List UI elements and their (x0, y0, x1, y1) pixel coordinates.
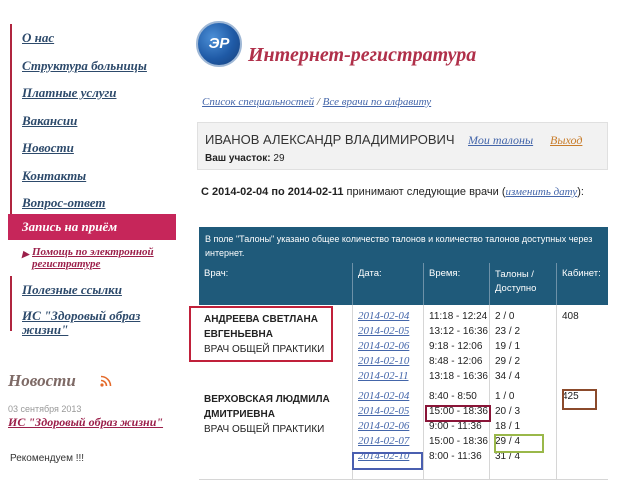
breadcrumb-separator: / (316, 96, 320, 108)
doctor-cell: ВЕРХОВСКАЯ ЛЮДМИЛА ДМИТРИЕВНА ВРАЧ ОБЩЕЙ… (199, 385, 353, 480)
ticket-count: 34 / 4 (495, 371, 521, 382)
doctor-cell: АНДРЕЕВА СВЕТЛАНА ЕВГЕНЬЕВНА ВРАЧ ОБЩЕЙ … (199, 305, 353, 393)
sidebar-item-paid-services[interactable]: Платные услуги (10, 79, 182, 107)
time-slot: 15:00 - 18:36 (429, 436, 488, 447)
ticket-count: 29 / 2 (495, 356, 521, 367)
time-slot: 11:18 - 12:24 (429, 311, 488, 322)
specialties-link[interactable]: Список специальностей (202, 96, 314, 108)
tickets-cell: 2 / 0 23 / 2 19 / 1 29 / 2 34 / 4 (490, 305, 557, 393)
sidebar-item-faq[interactable]: Вопрос-ответ (10, 189, 182, 217)
date-link[interactable]: 2014-02-04 (358, 390, 409, 402)
user-panel: ИВАНОВ АЛЕКСАНДР ВЛАДИМИРОВИЧ Мои талоны… (197, 122, 608, 170)
info-suffix: принимают следующие врачи ( (346, 186, 506, 198)
date-link[interactable]: 2014-02-06 (358, 420, 409, 432)
date-range-info: С 2014-02-04 по 2014-02-11 принимают сле… (201, 184, 601, 201)
ticket-count: 29 / 4 (495, 436, 521, 447)
sidebar-subitem-help[interactable]: ▶ Помощь по электронной регистратуре (22, 246, 174, 270)
triangle-right-icon: ▶ (22, 249, 29, 259)
doctor-name: АНДРЕЕВА СВЕТЛАНА ЕВГЕНЬЕВНА (204, 314, 318, 340)
date-link[interactable]: 2014-02-04 (358, 310, 409, 322)
doctor-specialty: ВРАЧ ОБЩЕЙ ПРАКТИКИ (204, 344, 325, 355)
info-close: ): (577, 186, 584, 198)
time-slot: 13:18 - 16:36 (429, 371, 488, 382)
change-date-link[interactable]: изменить дату (506, 186, 578, 198)
date-from: 2014-02-04 (212, 186, 269, 198)
sidebar-item-contacts[interactable]: Контакты (10, 162, 182, 190)
rss-icon[interactable] (100, 375, 112, 387)
time-slot: 9:18 - 12:06 (429, 341, 483, 352)
news-link[interactable]: ИС "Здоровый образ жизни" (8, 416, 178, 429)
time-slot: 13:12 - 16:36 (429, 326, 488, 337)
sidebar-item-label: Запись на приём (22, 219, 118, 234)
dates-cell: 2014-02-04 2014-02-05 2014-02-06 2014-02… (353, 385, 424, 480)
logo[interactable]: ЭР (196, 21, 242, 67)
ticket-count: 23 / 2 (495, 326, 521, 337)
district-value: 29 (273, 153, 285, 164)
doctor-name: ВЕРХОВСКАЯ ЛЮДМИЛА ДМИТРИЕВНА (204, 394, 330, 420)
sidebar-subitem-label: Помощь по электронной регистратуре (32, 246, 154, 270)
sidebar-item-about[interactable]: О нас (10, 24, 182, 52)
logo-text: ЭР (208, 35, 230, 52)
district-info: Ваш участок: 29 (205, 153, 285, 164)
date-to: 2014-02-11 (287, 186, 344, 198)
news-date: 03 сентября 2013 (8, 404, 82, 414)
cabinet-cell: 408 (557, 305, 608, 393)
info-prefix: С (201, 186, 209, 198)
table-note: В поле "Талоны" указано общее количество… (199, 227, 608, 263)
doctor-specialty: ВРАЧ ОБЩЕЙ ПРАКТИКИ (204, 424, 325, 435)
date-link[interactable]: 2014-02-10 (358, 450, 409, 462)
time-slot: 9:00 - 11:36 (429, 421, 482, 432)
ticket-count: 2 / 0 (495, 311, 515, 322)
sidebar-item-structure[interactable]: Структура больницы (10, 52, 182, 80)
user-name: ИВАНОВ АЛЕКСАНДР ВЛАДИМИРОВИЧ (205, 132, 455, 147)
sidebar-item-vacancies[interactable]: Вакансии (10, 107, 182, 135)
cabinet-number: 408 (562, 311, 579, 322)
table-row: ВЕРХОВСКАЯ ЛЮДМИЛА ДМИТРИЕВНА ВРАЧ ОБЩЕЙ… (199, 385, 608, 480)
time-slot: 8:40 - 8:50 (429, 391, 477, 402)
news-text: Рекомендуем !!! (10, 453, 85, 464)
times-cell: 11:18 - 12:24 13:12 - 16:36 9:18 - 12:06… (424, 305, 490, 393)
sidebar-item-useful-links[interactable]: Полезные ссылки (10, 276, 182, 304)
time-slot: 8:48 - 12:06 (429, 356, 483, 367)
ticket-count: 1 / 0 (495, 391, 515, 402)
sidebar-item-appointment[interactable]: Запись на приём (8, 214, 176, 240)
sidebar-item-news[interactable]: Новости (10, 134, 182, 162)
my-tickets-link[interactable]: Мои талоны (468, 133, 533, 148)
cabinet-number: 425 (562, 391, 579, 402)
logout-link[interactable]: Выход (550, 133, 582, 148)
ticket-count: 18 / 1 (495, 421, 521, 432)
ticket-count: 19 / 1 (495, 341, 521, 352)
tickets-cell: 1 / 0 20 / 3 18 / 1 29 / 4 31 / 4 (490, 385, 557, 480)
date-link[interactable]: 2014-02-11 (358, 370, 409, 382)
time-slot: 8:00 - 11:36 (429, 451, 482, 462)
date-link[interactable]: 2014-02-06 (358, 340, 409, 352)
cabinet-cell: 425 (557, 385, 608, 480)
ticket-count: 31 / 4 (495, 451, 521, 462)
time-slot: 15:00 - 18:36 (429, 406, 488, 417)
page-title: Интернет-регистратура (248, 44, 477, 66)
dates-cell: 2014-02-04 2014-02-05 2014-02-06 2014-02… (353, 305, 424, 393)
sidebar-item-healthy-lifestyle[interactable]: ИС "Здоровый образ жизни" (10, 303, 175, 337)
breadcrumb: Список специальностей / Все врачи по алф… (202, 96, 431, 108)
district-label: Ваш участок: (205, 153, 271, 164)
date-link[interactable]: 2014-02-05 (358, 325, 409, 337)
date-link[interactable]: 2014-02-10 (358, 355, 409, 367)
all-doctors-link[interactable]: Все врачи по алфавиту (323, 96, 432, 108)
date-link[interactable]: 2014-02-07 (358, 435, 409, 447)
ticket-count: 20 / 3 (495, 406, 521, 417)
date-link[interactable]: 2014-02-05 (358, 405, 409, 417)
doctors-table: В поле "Талоны" указано общее количество… (199, 227, 608, 480)
info-middle: по (271, 186, 285, 198)
news-heading: Новости (8, 371, 76, 390)
table-row: АНДРЕЕВА СВЕТЛАНА ЕВГЕНЬЕВНА ВРАЧ ОБЩЕЙ … (199, 305, 608, 393)
sidebar: О нас Структура больницы Платные услуги … (0, 0, 182, 480)
times-cell: 8:40 - 8:50 15:00 - 18:36 9:00 - 11:36 1… (424, 385, 490, 480)
